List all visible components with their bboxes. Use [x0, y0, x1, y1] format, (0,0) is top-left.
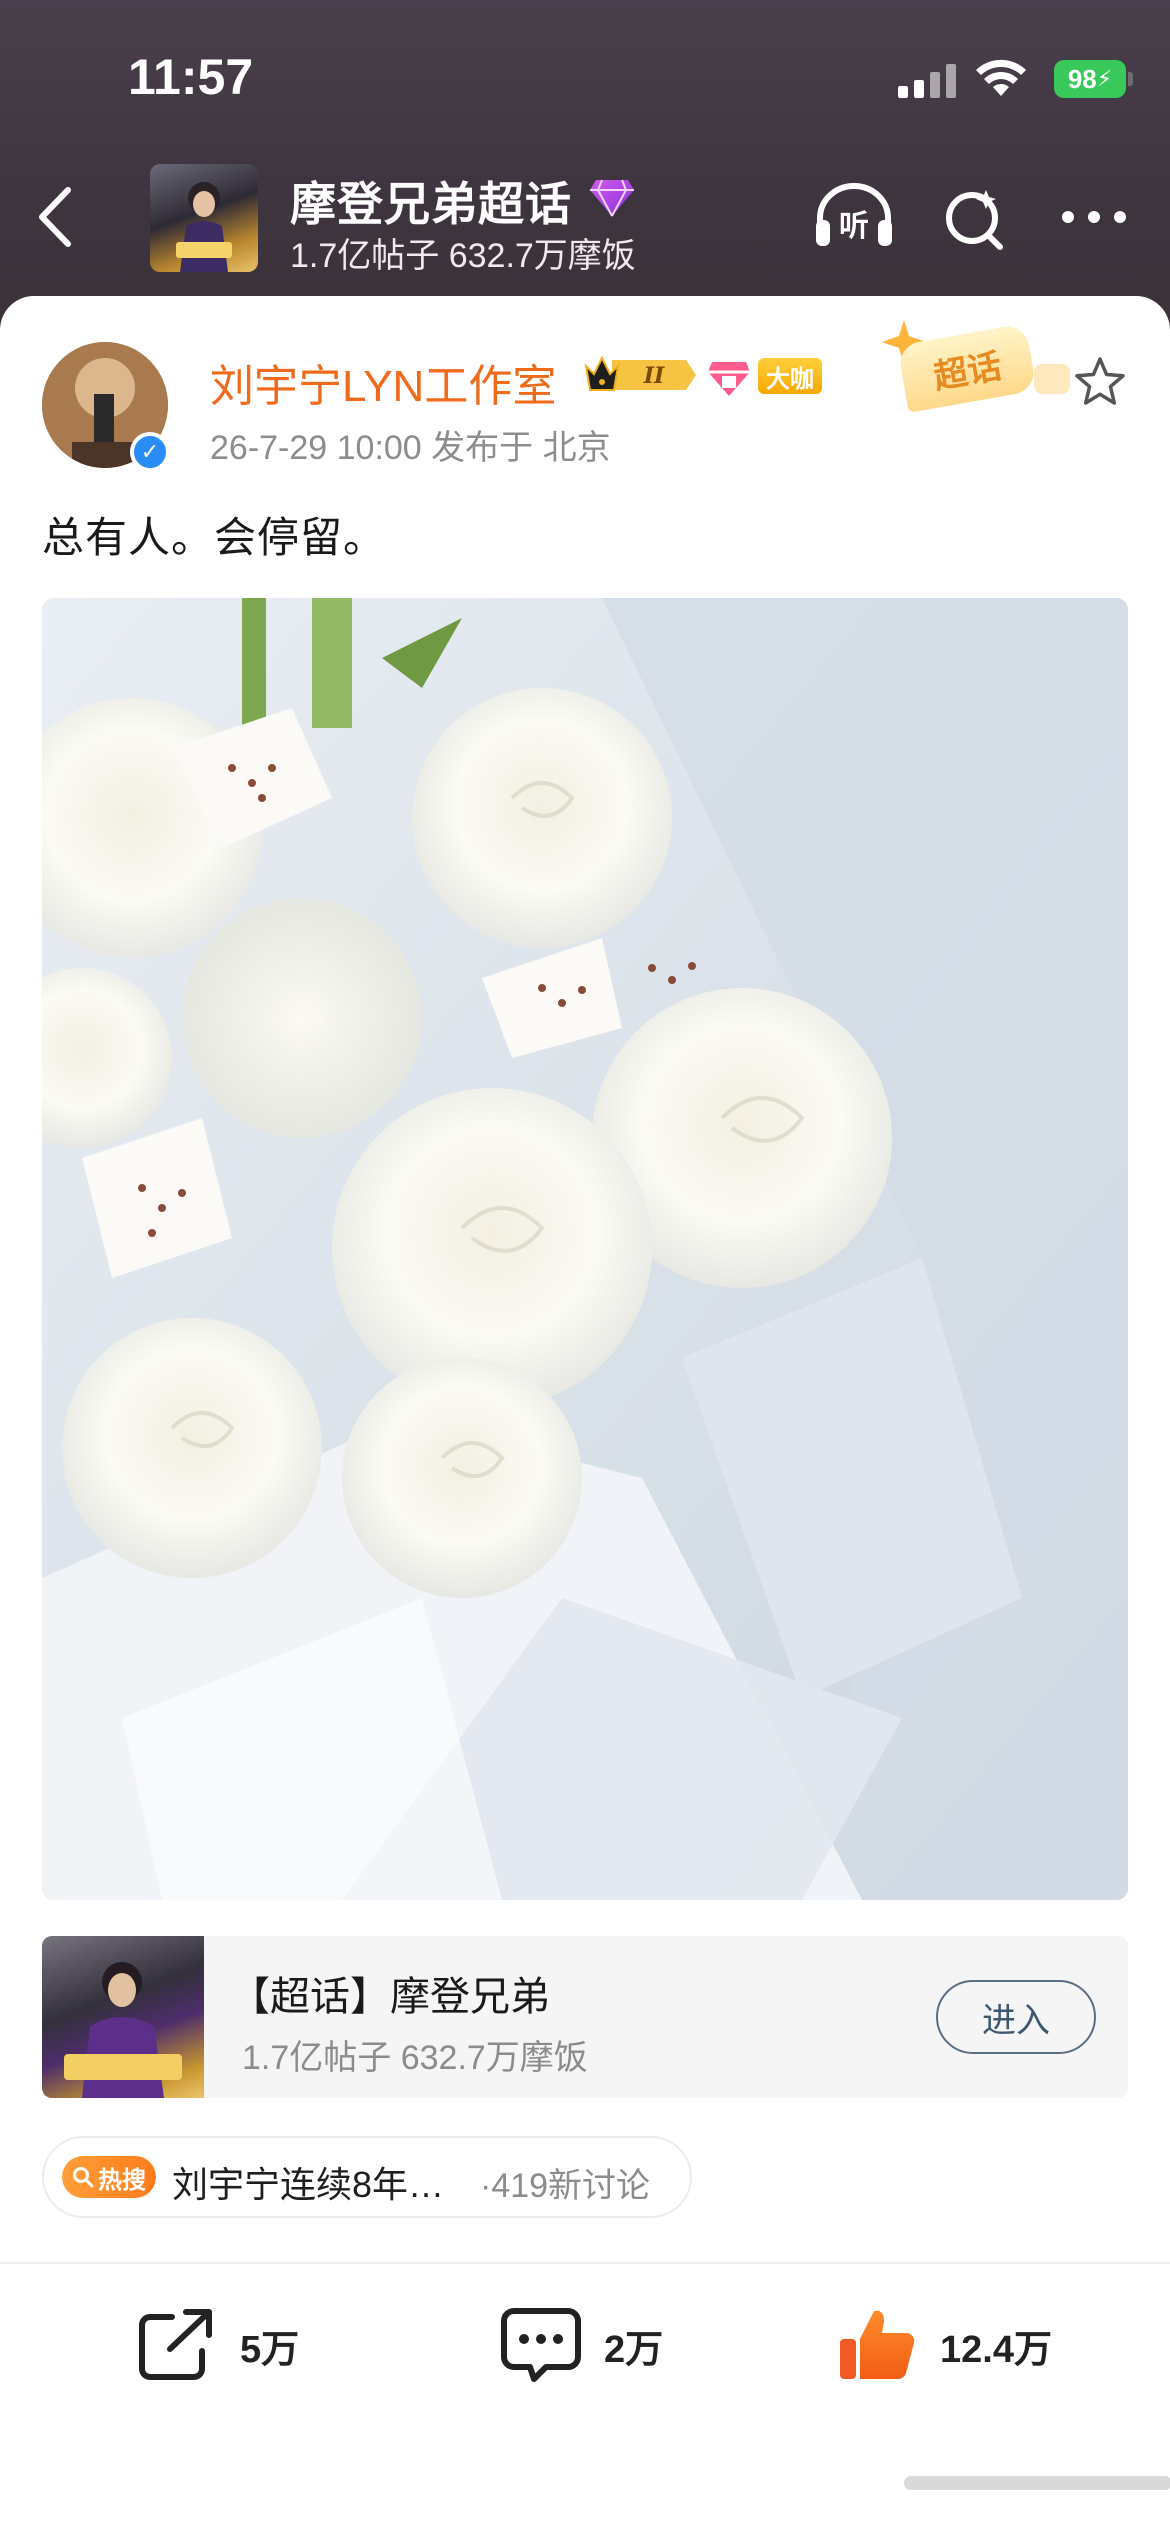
topic-card-thumbnail-image — [64, 1962, 182, 2098]
topic-card-thumbnail — [42, 1936, 204, 2098]
back-button[interactable] — [26, 182, 86, 252]
topic-thumbnail[interactable] — [150, 164, 258, 272]
author-name[interactable]: 刘宇宁LYN工作室 — [210, 350, 556, 414]
status-time: 11:57 — [128, 49, 254, 105]
fan-gem-badge-icon — [708, 362, 750, 396]
listen-label: 听 — [839, 209, 869, 244]
topic-header: 11:57 98 ⚡ 摩登兄弟超话 1.7亿帖子 632.7万摩饭 听 — [0, 0, 1170, 330]
topic-stats: 1.7亿帖子 632.7万摩饭 — [290, 237, 636, 275]
hot-search-tag: 热搜 — [62, 2156, 156, 2198]
share-count: 5万 — [240, 2328, 300, 2371]
cellular-signal-icon — [898, 62, 956, 98]
action-divider — [0, 2262, 1170, 2264]
rank-badge: 大咖 — [758, 358, 822, 394]
crown-level-badge-icon: II — [584, 355, 696, 391]
post-meta: 26-7-29 10:00 发布于 北京 — [210, 429, 611, 467]
home-indicator — [904, 2476, 1170, 2490]
thumbs-up-icon — [840, 2310, 915, 2380]
white-flower-bouquet-image — [42, 598, 1128, 1900]
chaohua-tag-decoration — [1034, 364, 1070, 394]
search-icon[interactable] — [942, 186, 1008, 252]
topic-thumbnail-image — [176, 182, 232, 272]
battery-level: 98 — [1067, 63, 1097, 94]
hot-search-text[interactable]: 刘宇宁连续8年… — [172, 2156, 444, 2208]
status-icons: 98 ⚡ — [870, 52, 1170, 102]
topic-card-title: 【超话】摩登兄弟 — [230, 1975, 550, 2019]
share-icon — [139, 2309, 212, 2380]
battery-indicator: 98 ⚡ — [1054, 60, 1126, 98]
topic-card-stats: 1.7亿帖子 632.7万摩饭 — [242, 2039, 588, 2077]
topic-title: 摩登兄弟超话 — [290, 178, 572, 230]
post-text: 总有人。会停留。 — [42, 514, 387, 561]
diamond-badge-icon — [590, 179, 634, 217]
verified-badge-icon: ✓ — [130, 432, 170, 472]
enter-topic-button[interactable]: 进入 — [936, 1980, 1096, 2054]
post-image[interactable] — [42, 598, 1128, 1900]
topic-card[interactable]: 【超话】摩登兄弟 1.7亿帖子 632.7万摩饭 进入 — [42, 1936, 1128, 2098]
more-options-icon[interactable] — [1060, 206, 1128, 228]
headphones-listen-button[interactable]: 听 — [812, 180, 896, 250]
wifi-icon — [976, 59, 1026, 96]
search-small-icon — [73, 2167, 94, 2188]
favorite-star-icon[interactable] — [1072, 354, 1128, 410]
comment-button[interactable]: 2万 — [500, 2300, 663, 2390]
like-button[interactable]: 12.4万 — [836, 2300, 1052, 2390]
like-count: 12.4万 — [940, 2328, 1052, 2371]
battery-cap — [1128, 72, 1133, 86]
level-badge-text: II — [643, 363, 665, 389]
share-button[interactable]: 5万 — [136, 2300, 299, 2390]
comment-count: 2万 — [604, 2328, 664, 2371]
hot-search-tag-label: 热搜 — [98, 2166, 146, 2194]
hot-search-count: ·419新讨论 — [480, 2167, 651, 2205]
comment-icon — [501, 2308, 581, 2382]
